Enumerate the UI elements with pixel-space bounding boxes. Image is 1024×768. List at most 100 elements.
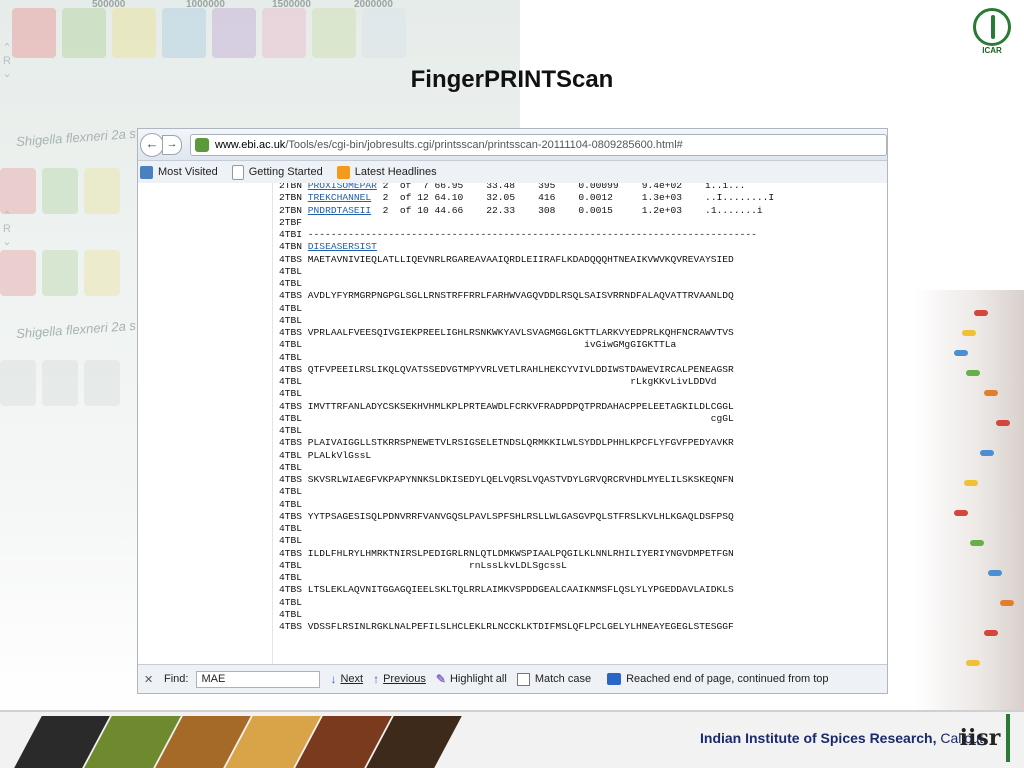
hit-code: 2TBN bbox=[279, 192, 308, 204]
alignment-line: 4TBL bbox=[279, 388, 303, 400]
alignment-line: 4TBL bbox=[279, 278, 303, 289]
hit-stats: 2 of 10 44.66 22.33 308 0.0015 1.2e+03 .… bbox=[382, 204, 763, 216]
back-button[interactable]: ← bbox=[140, 132, 164, 157]
wrap-around-icon bbox=[607, 673, 622, 685]
alignment-line: 4TBS AVDLYFYRMGRPNGPGLSGLLRNSTRFFRRLFARH… bbox=[279, 290, 734, 302]
side-nav-arrows: ⌃ R ⌄ bbox=[0, 210, 14, 249]
alignment-line: 4TBS YYTPSAGESISQLPDNVRRFVANVGQSLPAVLSPF… bbox=[279, 510, 734, 522]
alignment-line: 4TBL bbox=[279, 523, 303, 534]
side-nav-label: R bbox=[3, 223, 11, 235]
alignment-line: 4TBL bbox=[279, 608, 303, 620]
spice-images-strip bbox=[14, 716, 462, 768]
highlight-all-button[interactable]: ✎ Highlight all bbox=[436, 672, 507, 686]
alignment-rows: 4TBS MAETAVNIVIEQLATLLIQEVNRLRGAREAVAAIQ… bbox=[279, 254, 734, 633]
bookmark-latest-headlines[interactable]: Latest Headlines bbox=[336, 165, 437, 179]
bookmark-label: Getting Started bbox=[248, 166, 323, 178]
checkbox-icon bbox=[516, 672, 530, 686]
hit-link[interactable]: DISEASERSIST bbox=[308, 241, 377, 252]
find-previous-button[interactable]: ↑ Previous bbox=[373, 672, 426, 686]
bookmark-star-icon bbox=[140, 165, 153, 179]
highlighter-icon: ✎ bbox=[435, 672, 446, 686]
alignment-line: 4TBL bbox=[279, 572, 303, 583]
address-bar[interactable]: www.ebi.ac.uk/Tools/es/cgi-bin/jobresult… bbox=[190, 133, 887, 156]
genome-block-row bbox=[0, 168, 120, 214]
hit-stats: 2 of 12 64.10 32.05 416 0.0012 1.3e+03 .… bbox=[382, 192, 775, 204]
browser-window: ← → www.ebi.ac.uk/Tools/es/cgi-bin/jobre… bbox=[137, 128, 888, 694]
organism-label: Shigella flexneri 2a s bbox=[15, 317, 137, 342]
alignment-line: 4TBL bbox=[279, 535, 303, 547]
find-label: Find: bbox=[164, 673, 189, 685]
separator-rows: 2TBF 4TBI ------------------------------… bbox=[279, 217, 757, 240]
icar-label: ICAR bbox=[982, 46, 1002, 55]
alignment-line: 4TBL bbox=[279, 265, 303, 277]
hit-link[interactable]: PNDRDTASEII bbox=[308, 205, 371, 216]
alignment-line: 4TBS VPRLAALFVEESQIVGIEKPREELIGHLRSNKWKY… bbox=[279, 327, 734, 338]
page-icon bbox=[231, 164, 244, 180]
alignment-line: 4TBL rLkgKKvLivLDDVd bbox=[279, 376, 717, 387]
arrow-up-icon: ↑ bbox=[373, 672, 380, 686]
alignment-line: 4TBL bbox=[279, 302, 303, 314]
alignment-line: 4TBL rnLssLkvLDLSgcssL bbox=[279, 559, 567, 571]
alignment-line: 4TBL bbox=[279, 351, 303, 363]
organism-label: Shigella flexneri 2a s bbox=[15, 125, 137, 150]
alignment-line: 4TBL bbox=[279, 461, 303, 473]
dna-helix-decoration bbox=[914, 290, 1024, 710]
close-find-icon[interactable]: ✕ bbox=[144, 673, 156, 686]
alignment-line: 4TBS MAETAVNIVIEQLATLLIQEVNRLRGAREAVAAIQ… bbox=[279, 253, 734, 265]
rss-icon bbox=[336, 165, 350, 179]
hit-link-row: 4TBN DISEASERSIST bbox=[279, 241, 377, 253]
alignment-line: 4TBL bbox=[279, 314, 303, 326]
alignment-line: 4TBL ivGiwGMgGIGKTTLa bbox=[279, 339, 677, 351]
alignment-line: 4TBL cgGL bbox=[279, 412, 734, 424]
alignment-line: 4TBS IMVTTRFANLADYCSKSEKHVHMLKPLPRTEAWDL… bbox=[279, 400, 734, 412]
url-path: /Tools/es/cgi-bin/jobresults.cgi/printss… bbox=[285, 138, 683, 151]
forward-button[interactable]: → bbox=[162, 134, 182, 155]
alignment-line: 4TBL bbox=[279, 425, 303, 436]
slide-title: FingerPRINTScan bbox=[410, 66, 614, 93]
bookmark-label: Most Visited bbox=[158, 166, 218, 178]
printsscan-results: 2TBN PROXISOMEPAR 2 of 7 66.95 33.48 395… bbox=[279, 183, 774, 633]
navigation-bar: ← → www.ebi.ac.uk/Tools/es/cgi-bin/jobre… bbox=[138, 129, 887, 161]
alignment-line: 4TBS PLAIVAIGGLLSTKRRSPNEWETVLRSIGSELETN… bbox=[279, 437, 734, 449]
bookmark-most-visited[interactable]: Most Visited bbox=[140, 165, 218, 179]
hit-code: 2TBN bbox=[279, 204, 308, 216]
site-favicon-icon bbox=[195, 137, 209, 152]
page-content[interactable]: 2TBN PROXISOMEPAR 2 of 7 66.95 33.48 395… bbox=[138, 183, 887, 665]
iisr-logo: iisr bbox=[956, 714, 1010, 762]
hit-row: 2TBN PNDRDTASEII 2 of 10 44.66 22.33 308… bbox=[279, 205, 763, 216]
hit-stats: 2 of 7 66.95 33.48 395 0.00099 9.4e+02 i… bbox=[382, 183, 746, 191]
hit-rows: 2TBN PROXISOMEPAR 2 of 7 66.95 33.48 395… bbox=[279, 183, 774, 216]
alignment-line: 4TBS ILDLFHLRYLHMRKTNIRSLPEDIGRLRNLQTLDM… bbox=[279, 547, 734, 559]
page-left-margin bbox=[138, 183, 272, 665]
result-line: 4TBI -----------------------------------… bbox=[279, 229, 757, 240]
match-case-checkbox[interactable]: Match case bbox=[516, 672, 591, 686]
content-divider bbox=[272, 183, 273, 665]
icar-logo: ICAR bbox=[970, 8, 1014, 72]
find-bar: ✕ Find: MAE ↓ Next ↑ Previous ✎ Highligh… bbox=[138, 664, 887, 693]
hit-row: 2TBN PROXISOMEPAR 2 of 7 66.95 33.48 395… bbox=[279, 183, 745, 191]
find-input[interactable]: MAE bbox=[196, 670, 321, 688]
hit-link[interactable]: PROXISOMEPAR bbox=[308, 183, 377, 191]
alignment-line: 4TBS QTFVPEEILRSLIKQLQVATSSEDVGTMPYVRLVE… bbox=[279, 363, 734, 375]
alignment-line: 4TBS LTSLEKLAQVNITGGAGQIEELSKLTQLRRLAIMK… bbox=[279, 584, 734, 596]
alignment-line: 4TBL bbox=[279, 498, 303, 510]
find-next-button[interactable]: ↓ Next bbox=[330, 672, 363, 686]
alignment-line: 4TBL bbox=[279, 486, 303, 498]
hit-link[interactable]: TREKCHANNEL bbox=[308, 192, 371, 203]
hit-code: 2TBN bbox=[279, 183, 308, 191]
url-domain: www.ebi.ac.uk bbox=[215, 138, 286, 151]
wheat-emblem-icon bbox=[973, 8, 1011, 46]
alignment-line: 4TBS VDSSFLRSINLRGKLNALPEFILSLHCLEKLRLNC… bbox=[279, 621, 734, 632]
genome-block-row bbox=[0, 250, 120, 296]
alignment-line: 4TBL PLALkVlGssL bbox=[279, 449, 372, 461]
genome-block-row bbox=[0, 0, 520, 58]
alignment-line: 4TBL bbox=[279, 596, 303, 608]
hit-row: 2TBN TREKCHANNEL 2 of 12 64.10 32.05 416… bbox=[279, 192, 774, 203]
bookmark-getting-started[interactable]: Getting Started bbox=[231, 164, 323, 180]
arrow-down-icon: ↓ bbox=[330, 672, 337, 686]
result-line: 2TBF bbox=[279, 216, 303, 228]
find-status: Reached end of page, continued from top bbox=[607, 673, 829, 685]
bookmark-label: Latest Headlines bbox=[354, 166, 437, 178]
genome-block-row bbox=[0, 360, 120, 406]
alignment-line: 4TBS SKVSRLWIAEGFVKPAPYNNKSLDKISEDYLQELV… bbox=[279, 474, 734, 485]
